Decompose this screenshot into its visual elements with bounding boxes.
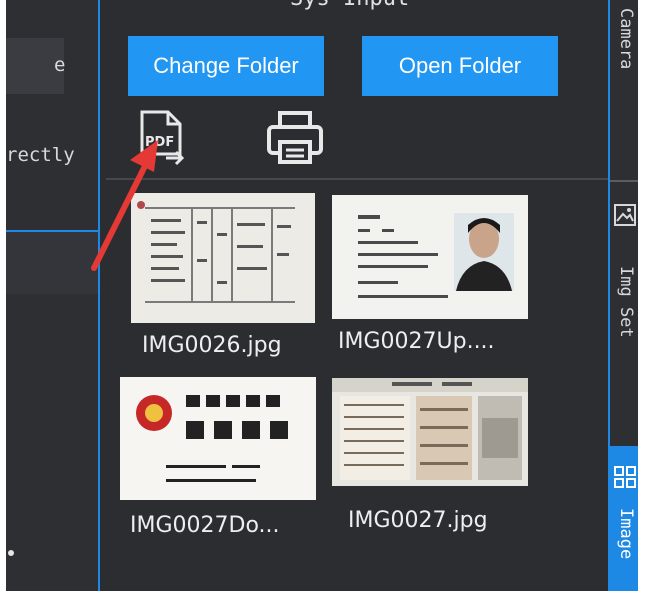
tab-camera[interactable]: Camera [610, 0, 638, 180]
grid-icon [614, 466, 636, 488]
thumbnail-img0027up[interactable] [332, 195, 528, 319]
right-sidebar: Camera Img Set Image [608, 0, 638, 591]
app-window: e rectly Sys Input Change Folder Open Fo… [6, 0, 638, 591]
tab-camera-label: Camera [616, 8, 636, 70]
panel-title: Sys Input [290, 0, 409, 11]
tab-image-label: Image [616, 508, 636, 560]
left-lower-section [6, 232, 98, 294]
thumbnail-filename: IMG0026.jpg [142, 333, 282, 358]
left-option-button[interactable]: e [6, 38, 66, 94]
thumbnail-img0027[interactable] [332, 378, 528, 486]
toolbar-divider [106, 178, 608, 180]
thumbnail-img0027do[interactable] [120, 377, 316, 500]
thumbnail-filename: IMG0027Up.... [338, 329, 495, 354]
picture-icon [614, 204, 636, 226]
left-option-text: rectly [6, 144, 75, 166]
printer-icon[interactable] [266, 110, 324, 166]
tab-image[interactable]: Image [610, 446, 638, 591]
open-folder-button[interactable]: Open Folder [362, 36, 558, 96]
left-panel: e rectly [6, 0, 100, 591]
left-option-label: e [54, 54, 66, 76]
pdf-label: PDF [145, 135, 174, 150]
change-folder-button[interactable]: Change Folder [128, 36, 324, 96]
radio-dot[interactable] [8, 550, 14, 556]
main-panel: Sys Input Change Folder Open Folder PDF [100, 0, 608, 591]
tab-img-set-label: Img Set [616, 266, 636, 338]
thumbnail-img0026[interactable] [131, 193, 315, 323]
thumbnail-filename: IMG0027.jpg [348, 508, 488, 533]
tab-img-set[interactable]: Img Set [610, 182, 638, 444]
thumbnail-filename: IMG0027Do... [130, 513, 280, 538]
pdf-export-icon[interactable]: PDF [136, 110, 190, 168]
